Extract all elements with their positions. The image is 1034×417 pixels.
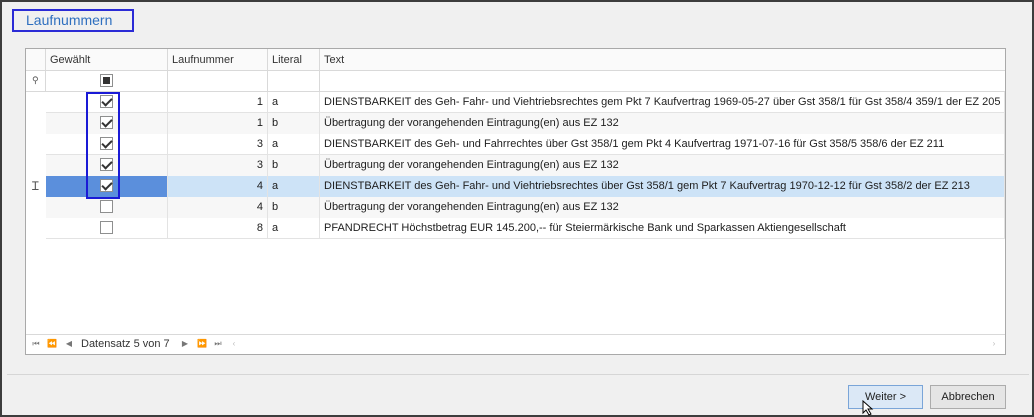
row-checkbox[interactable] <box>100 158 113 171</box>
row-indicator <box>26 92 46 113</box>
table-row[interactable]: 1 b Übertragung der vorangehenden Eintra… <box>26 113 1005 134</box>
cancel-button[interactable]: Abbrechen <box>930 385 1006 409</box>
row-checkbox[interactable] <box>100 179 113 192</box>
laufnummer-cell: 8 <box>168 218 268 239</box>
row-checkbox[interactable] <box>100 221 113 234</box>
row-indicator: Ɪ <box>26 176 46 197</box>
literal-cell: a <box>268 134 320 155</box>
row-checkbox[interactable] <box>100 95 113 108</box>
column-header-laufnummer[interactable]: Laufnummer <box>168 49 268 71</box>
row-indicator <box>26 197 46 218</box>
row-select-cell[interactable] <box>46 218 168 239</box>
text-cursor-icon: Ɪ <box>32 179 39 193</box>
column-header-literal[interactable]: Literal <box>268 49 320 71</box>
table-row[interactable]: 3 b Übertragung der vorangehenden Eintra… <box>26 155 1005 176</box>
literal-cell: a <box>268 218 320 239</box>
filter-cell-gewaehlt[interactable] <box>46 71 168 92</box>
laufnummer-cell: 3 <box>168 155 268 176</box>
filter-cell-laufnummer[interactable] <box>168 71 268 92</box>
footer-separator <box>7 374 1029 375</box>
row-select-cell[interactable] <box>46 197 168 218</box>
column-header-text[interactable]: Text <box>320 49 1005 71</box>
first-record-icon[interactable]: ⏮ <box>30 338 42 350</box>
table-row[interactable]: 8 a PFANDRECHT Höchstbetrag EUR 145.200,… <box>26 218 1005 239</box>
text-cell: DIENSTBARKEIT des Geh- Fahr- und Viehtri… <box>320 176 1005 197</box>
record-counter: Datensatz 5 von 7 <box>81 338 170 350</box>
laufnummer-cell: 1 <box>168 92 268 113</box>
laufnummer-cell: 1 <box>168 113 268 134</box>
text-cell: Übertragung der vorangehenden Eintragung… <box>320 113 1005 134</box>
text-cell: DIENSTBARKEIT des Geh- und Fahrrechtes ü… <box>320 134 1005 155</box>
row-indicator <box>26 218 46 239</box>
row-select-cell[interactable] <box>46 134 168 155</box>
row-checkbox[interactable] <box>100 137 113 150</box>
text-cell: Übertragung der vorangehenden Eintragung… <box>320 155 1005 176</box>
table-row-focused[interactable]: Ɪ 4 a DIENSTBARKEIT des Geh- Fahr- und V… <box>26 176 1005 197</box>
row-select-cell[interactable] <box>46 176 168 197</box>
next-button[interactable]: Weiter > <box>848 385 923 409</box>
text-cell: Übertragung der vorangehenden Eintragung… <box>320 197 1005 218</box>
filter-cell-text[interactable] <box>320 71 1005 92</box>
literal-cell: b <box>268 113 320 134</box>
text-cell: DIENSTBARKEIT des Geh- Fahr- und Viehtri… <box>320 92 1005 113</box>
literal-cell: a <box>268 176 320 197</box>
literal-cell: b <box>268 197 320 218</box>
scroll-right-icon[interactable]: › <box>988 338 1000 350</box>
table-row[interactable]: 3 a DIENSTBARKEIT des Geh- und Fahrrecht… <box>26 134 1005 155</box>
filter-row-icon: ⚲ <box>32 75 39 85</box>
column-header-gewaehlt[interactable]: Gewählt <box>46 49 168 71</box>
grid-header: Gewählt Laufnummer Literal Text <box>26 49 1005 71</box>
select-all-checkbox[interactable] <box>100 74 113 87</box>
row-select-cell[interactable] <box>46 155 168 176</box>
dialog-window: Laufnummern Gewählt Laufnummer Literal T… <box>0 0 1034 417</box>
row-indicator <box>26 155 46 176</box>
row-checkbox[interactable] <box>100 116 113 129</box>
text-cell: PFANDRECHT Höchstbetrag EUR 145.200,-- f… <box>320 218 1005 239</box>
laufnummer-cell: 4 <box>168 197 268 218</box>
laufnummern-grid[interactable]: Gewählt Laufnummer Literal Text ⚲ 1 a DI… <box>25 48 1006 355</box>
row-indicator <box>26 134 46 155</box>
filter-indicator-cell: ⚲ <box>26 71 46 92</box>
auto-filter-row[interactable]: ⚲ <box>26 71 1005 92</box>
dialog-title: Laufnummern <box>26 12 113 28</box>
table-row[interactable]: 1 a DIENSTBARKEIT des Geh- Fahr- und Vie… <box>26 92 1005 113</box>
dialog-title-box: Laufnummern <box>12 9 134 32</box>
row-select-cell[interactable] <box>46 113 168 134</box>
filter-cell-literal[interactable] <box>268 71 320 92</box>
previous-page-icon[interactable]: ⏪ <box>46 338 58 350</box>
header-indicator-cell <box>26 49 46 71</box>
next-page-icon[interactable]: ⏩ <box>196 338 208 350</box>
literal-cell: a <box>268 92 320 113</box>
scroll-left-icon[interactable]: ‹ <box>228 338 240 350</box>
row-select-cell[interactable] <box>46 92 168 113</box>
literal-cell: b <box>268 155 320 176</box>
row-indicator <box>26 113 46 134</box>
record-navigator: ⏮ ⏪ ◀ Datensatz 5 von 7 ▶ ⏩ ⏭ ‹ › <box>26 334 1005 354</box>
laufnummer-cell: 3 <box>168 134 268 155</box>
next-record-icon[interactable]: ▶ <box>179 338 191 350</box>
last-record-icon[interactable]: ⏭ <box>212 338 224 350</box>
table-row[interactable]: 4 b Übertragung der vorangehenden Eintra… <box>26 197 1005 218</box>
laufnummer-cell: 4 <box>168 176 268 197</box>
previous-record-icon[interactable]: ◀ <box>63 338 75 350</box>
mouse-cursor-icon <box>862 400 874 416</box>
row-checkbox[interactable] <box>100 200 113 213</box>
